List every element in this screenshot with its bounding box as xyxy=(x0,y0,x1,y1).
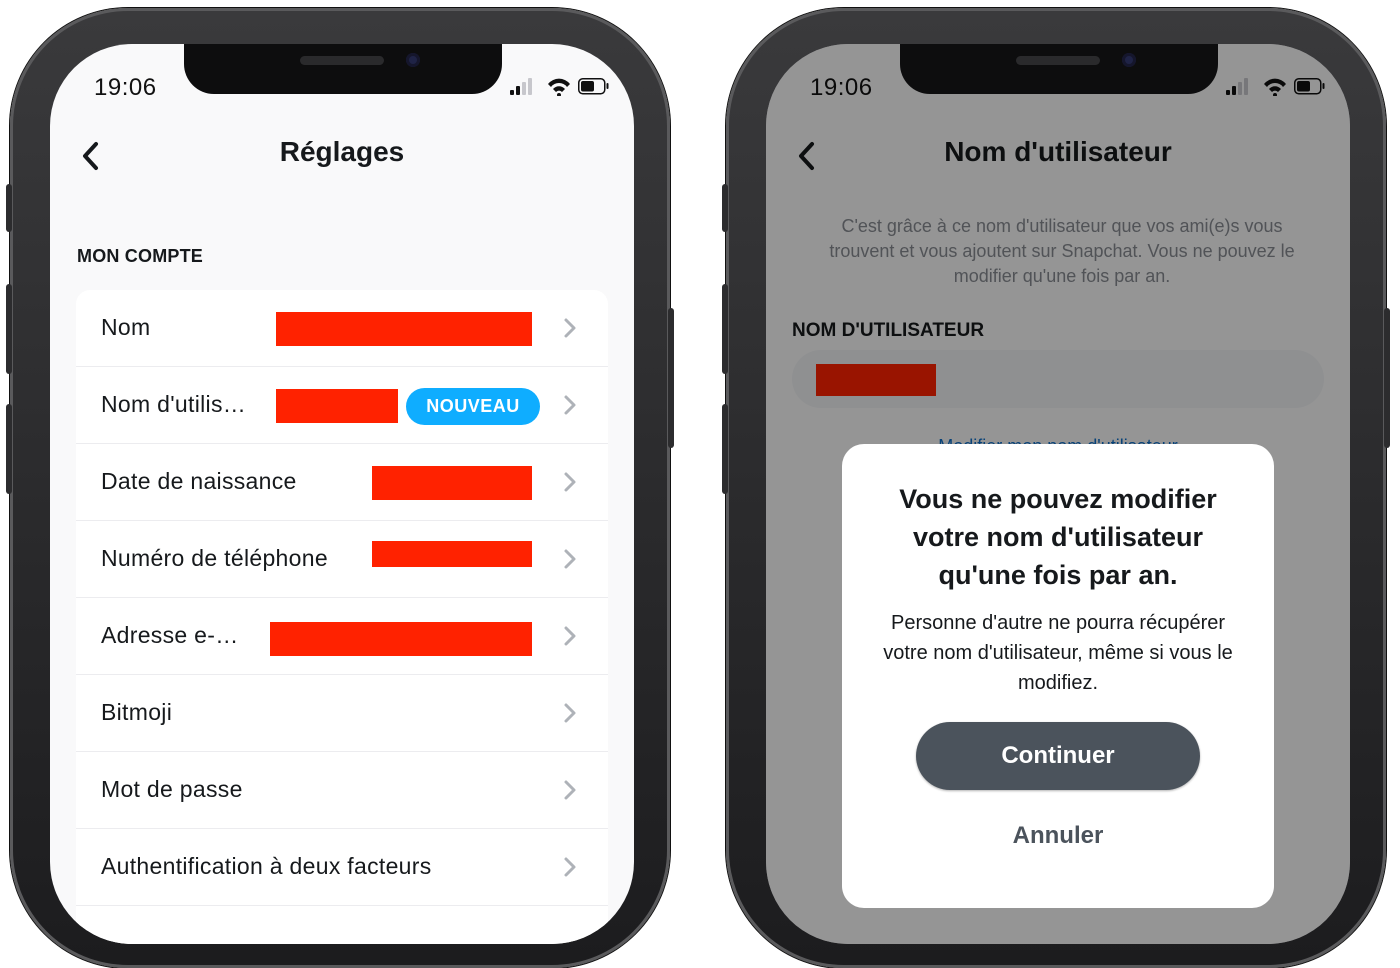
settings-screen: 19:06 Réglages MON COMPTE Nom Nom d'util… xyxy=(50,44,634,944)
section-header-mon-compte: MON COMPTE xyxy=(77,246,203,266)
chevron-right-icon xyxy=(564,549,576,569)
chevron-right-icon xyxy=(564,857,576,877)
phone-frame-left: 19:06 Réglages MON COMPTE Nom Nom d'util… xyxy=(6,8,674,968)
chevron-right-icon xyxy=(564,626,576,646)
front-camera xyxy=(406,53,420,67)
status-icons xyxy=(510,76,610,97)
row-label: Authentification à deux facteurs xyxy=(101,853,432,879)
volume-down-button xyxy=(722,404,728,494)
row-label: Nom d'utilis… xyxy=(101,391,247,417)
redaction-bar xyxy=(372,466,532,500)
chevron-right-icon xyxy=(564,780,576,800)
username-screen: 19:06 Nom d'utilisateur C'est grâce à ce… xyxy=(766,44,1350,944)
new-badge: NOUVEAU xyxy=(406,388,540,425)
redaction-bar xyxy=(276,389,398,423)
redaction-bar xyxy=(270,622,532,656)
dialog-message: Personne d'autre ne pourra récupérer vot… xyxy=(883,612,1233,694)
chevron-right-icon xyxy=(564,703,576,723)
settings-row-nom-utilisateur[interactable]: Nom d'utilis… NOUVEAU xyxy=(76,367,608,444)
redaction-bar xyxy=(276,312,532,346)
battery-icon xyxy=(578,78,609,95)
volume-down-button xyxy=(6,404,12,494)
settings-row-email[interactable]: Adresse e-… xyxy=(76,598,608,675)
row-label: Bitmoji xyxy=(101,699,173,725)
speaker-grille xyxy=(300,56,384,65)
settings-row-nom[interactable]: Nom xyxy=(76,290,608,367)
row-label: Nom xyxy=(101,314,151,340)
row-label: Adresse e-… xyxy=(101,622,239,648)
notch xyxy=(184,44,502,94)
cellular-signal-icon xyxy=(510,78,532,95)
settings-row-next[interactable] xyxy=(76,906,608,944)
chevron-right-icon xyxy=(564,472,576,492)
status-time: 19:06 xyxy=(94,74,157,101)
phone-frame-right: 19:06 Nom d'utilisateur C'est grâce à ce… xyxy=(722,8,1390,968)
mute-switch xyxy=(6,184,12,232)
settings-row-date-naissance[interactable]: Date de naissance xyxy=(76,444,608,521)
redaction-bar xyxy=(372,541,532,567)
power-button xyxy=(1384,308,1390,448)
mute-switch xyxy=(722,184,728,232)
page-title: Réglages xyxy=(279,136,405,167)
volume-up-button xyxy=(722,284,728,374)
row-label: Numéro de téléphone xyxy=(101,545,328,571)
power-button xyxy=(668,308,674,448)
row-label: Mot de passe xyxy=(101,776,243,802)
account-settings-list: Nom Nom d'utilis… NOUVEAU Date de naissa… xyxy=(76,290,608,944)
dialog-title: Vous ne pouvez modifier votre nom d'util… xyxy=(899,484,1217,590)
continue-button[interactable]: Continuer xyxy=(916,722,1200,790)
settings-row-mot-de-passe[interactable]: Mot de passe xyxy=(76,752,608,829)
cancel-button[interactable]: Annuler xyxy=(916,814,1200,858)
chevron-right-icon xyxy=(564,318,576,338)
row-label: Date de naissance xyxy=(101,468,297,494)
chevron-right-icon xyxy=(564,395,576,415)
speaker-grille xyxy=(1016,56,1100,65)
settings-row-bitmoji[interactable]: Bitmoji xyxy=(76,675,608,752)
wifi-icon xyxy=(548,78,570,97)
volume-up-button xyxy=(6,284,12,374)
confirm-dialog: Vous ne pouvez modifier votre nom d'util… xyxy=(842,444,1274,908)
settings-row-2fa[interactable]: Authentification à deux facteurs xyxy=(76,829,608,906)
notch xyxy=(900,44,1218,94)
front-camera xyxy=(1122,53,1136,67)
settings-row-telephone[interactable]: Numéro de téléphone xyxy=(76,521,608,598)
